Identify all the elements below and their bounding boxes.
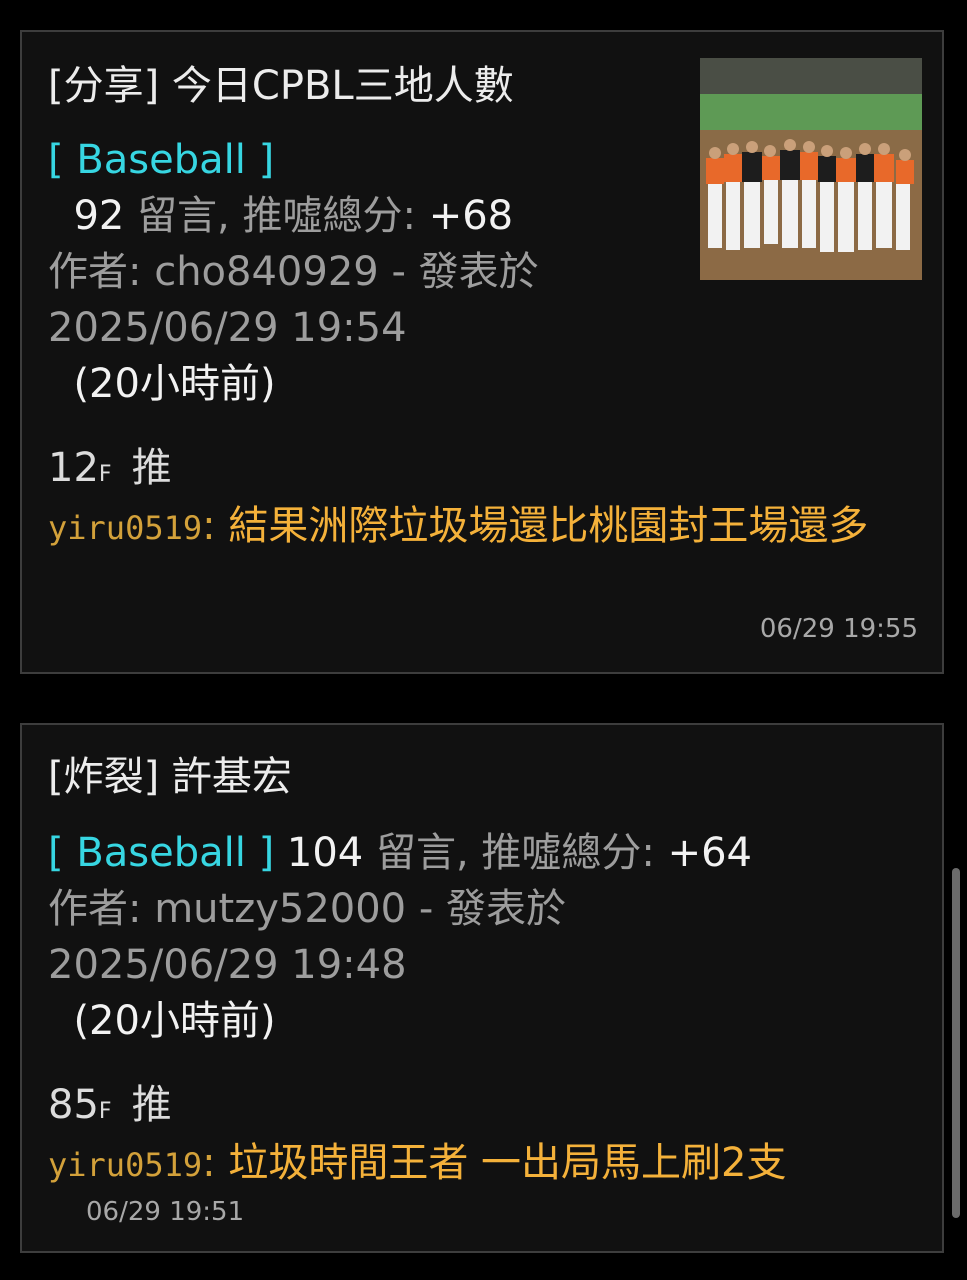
push-time: 06/29 19:51 <box>86 1197 245 1227</box>
comment-label: 留言, 推噓總分: <box>137 193 416 239</box>
post-meta: [ Baseball ] 92 留言, 推噓總分: +68 作者: cho840… <box>48 132 539 412</box>
push-comment: yiru0519: 結果洲際垃圾場還比桃園封王場還多 <box>48 503 869 549</box>
post-datetime: 2025/06/29 19:54 <box>48 305 407 351</box>
post-datetime: 2025/06/29 19:48 <box>48 942 407 988</box>
push-text: 結果洲際垃圾場還比桃園封王場還多 <box>228 503 869 549</box>
floor-number: 85 <box>48 1082 99 1128</box>
post-card[interactable]: [炸裂] 許基宏 [ Baseball ] 104 留言, 推噓總分: +64 … <box>20 723 944 1253</box>
push-floor: 85F 推 <box>48 1079 172 1138</box>
push-comment: yiru0519: 垃圾時間王者 一出局馬上刷2支 <box>48 1140 787 1186</box>
push-text: 垃圾時間王者 一出局馬上刷2支 <box>228 1140 787 1186</box>
push-tag: 推 <box>131 1082 172 1128</box>
score: +64 <box>667 830 753 876</box>
push-floor: 12F 推 <box>48 442 172 501</box>
comment-count: 104 <box>286 830 364 876</box>
board-tag[interactable]: [ Baseball ] <box>48 830 274 876</box>
post-card[interactable]: [分享] 今日CPBL三地人數 [Baseball] 92 留言, 推噓總分… <box>20 30 944 674</box>
push-user[interactable]: yiru0519 <box>48 509 202 547</box>
posted-label: - 發表於 <box>391 249 539 295</box>
posted-label: - 發表於 <box>418 886 566 932</box>
post-title[interactable]: [分享] 今日CPBL三地人數 <box>48 60 514 112</box>
author-label: 作者: <box>48 886 142 932</box>
comment-label: 留言, 推噓總分: <box>375 830 655 876</box>
post-meta: [ Baseball ] 104 留言, 推噓總分: +64 作者: mutzy… <box>48 825 752 1049</box>
author-label: 作者: <box>48 249 142 295</box>
post-title[interactable]: [炸裂] 許基宏 <box>48 751 292 803</box>
author-name[interactable]: cho840929 <box>154 249 379 295</box>
scrollbar-thumb[interactable] <box>952 868 960 1218</box>
push-user[interactable]: yiru0519 <box>48 1146 202 1184</box>
floor-number: 12 <box>48 445 99 491</box>
baseball-team-photo <box>700 58 922 280</box>
push-time: 06/29 19:55 <box>759 614 918 644</box>
author-name[interactable]: mutzy52000 <box>154 886 406 932</box>
page: [分享] 今日CPBL三地人數 [Baseball] 92 留言, 推噓總分… <box>0 0 967 1280</box>
floor-suffix: F <box>98 1099 112 1124</box>
board-tag[interactable]: [ Baseball ] <box>48 137 274 183</box>
score: +68 <box>428 193 514 239</box>
push-tag: 推 <box>131 445 172 491</box>
relative-time: (20小時前) <box>73 998 276 1044</box>
post-thumbnail[interactable] <box>700 58 922 280</box>
comment-count: 92 <box>73 193 125 239</box>
relative-time: (20小時前) <box>73 361 276 407</box>
floor-suffix: F <box>98 462 112 487</box>
